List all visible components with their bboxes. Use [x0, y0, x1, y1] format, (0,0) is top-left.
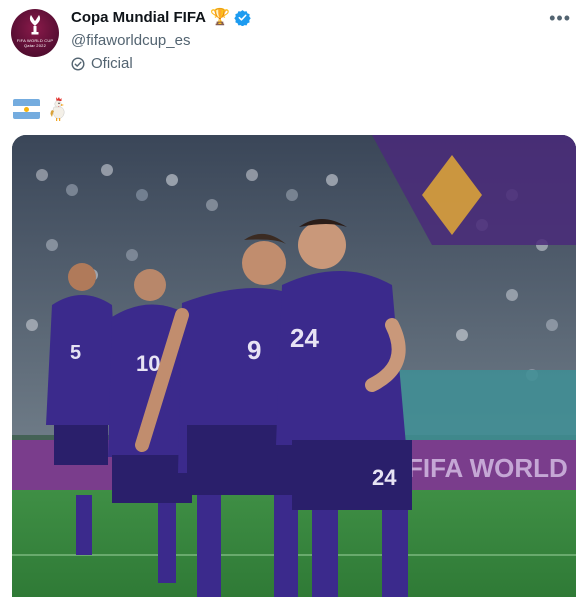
- shirt-number: 24: [290, 323, 319, 353]
- argentina-flag-icon: [13, 99, 40, 119]
- avatar[interactable]: FIFA WORLD CUP Qatar 2022: [11, 9, 59, 57]
- official-label: Oficial: [71, 55, 133, 72]
- check-circle-icon: [71, 56, 85, 71]
- tweet-text: [13, 96, 67, 122]
- more-options-button[interactable]: •••: [549, 8, 571, 29]
- led-banner-text: FIFA WORLD CUP: [407, 453, 576, 483]
- shirt-number: 5: [70, 342, 81, 364]
- author-handle[interactable]: @fifaworldcup_es: [71, 32, 190, 49]
- avatar-logo-text: FIFA WORLD CUP Qatar 2022: [16, 38, 54, 48]
- author-name[interactable]: Copa Mundial FIFA: [71, 9, 206, 26]
- tweet-photo[interactable]: FIFA WORLD CUP 5 10: [12, 135, 576, 597]
- trophy-logo-icon: [29, 15, 41, 35]
- verified-badge-icon: [234, 10, 251, 26]
- shirt-number: 10: [136, 351, 160, 376]
- trophy-emoji: 🏆: [210, 8, 230, 26]
- rooster-icon: [50, 97, 65, 121]
- photo-illustration: FIFA WORLD CUP 5 10: [12, 135, 576, 597]
- shorts-number: 24: [372, 465, 397, 490]
- official-text: Oficial: [91, 55, 133, 72]
- shirt-number: 9: [247, 335, 261, 365]
- author-row: Copa Mundial FIFA 🏆: [71, 9, 251, 26]
